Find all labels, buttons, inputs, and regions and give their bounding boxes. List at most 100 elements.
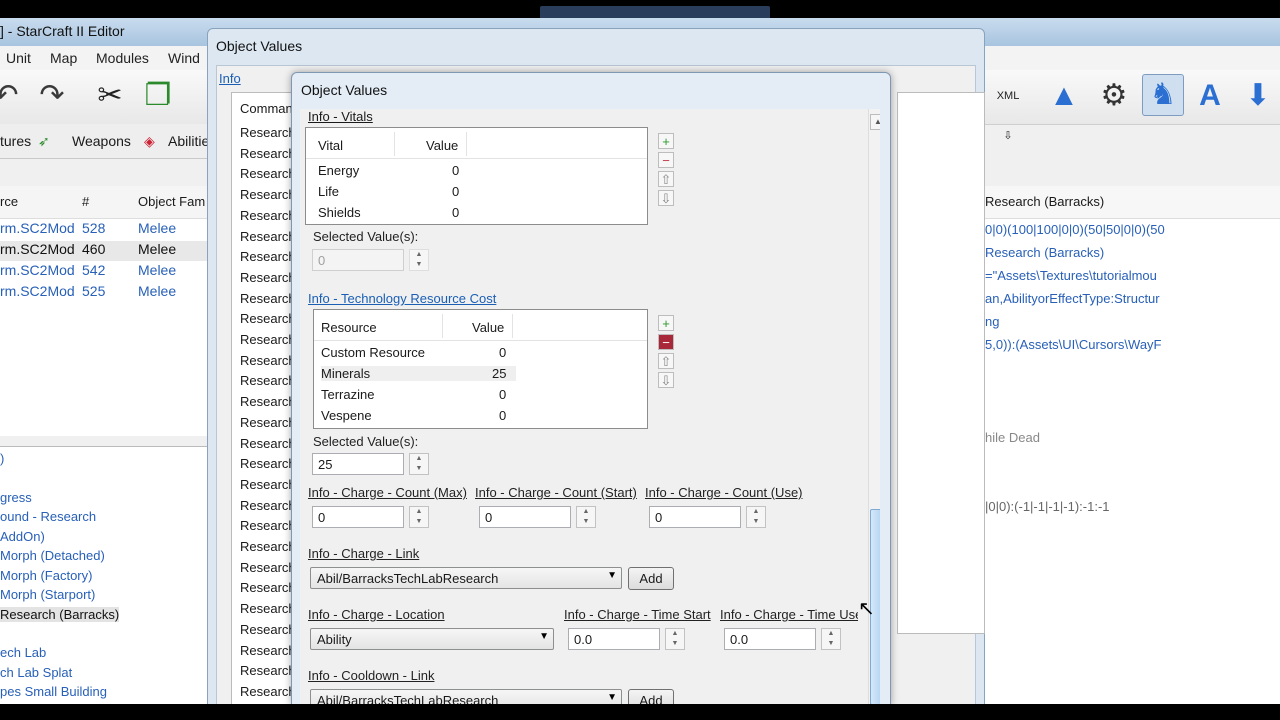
command-row[interactable]: Research: [240, 166, 296, 181]
terrain-icon[interactable]: ▲: [1044, 76, 1084, 116]
charge-count-use-input[interactable]: 0: [649, 506, 741, 528]
tree-item[interactable]: ch Lab Splat: [0, 665, 72, 680]
command-row[interactable]: Research: [240, 580, 296, 595]
field-value[interactable]: 5,0)):(Assets\UI\Cursors\WayF: [985, 337, 1161, 352]
command-row[interactable]: Research: [240, 518, 296, 533]
charge-link-dropdown[interactable]: Abil/BarracksTechLabResearch ▼: [310, 567, 622, 589]
resource-value[interactable]: 0: [499, 387, 506, 402]
add-row-icon[interactable]: +: [658, 133, 674, 149]
tree-item[interactable]: AddOn): [0, 529, 45, 544]
charge-count-max-spinner[interactable]: ▲ ▼: [409, 506, 429, 528]
command-row[interactable]: Research: [240, 560, 296, 575]
command-row[interactable]: Research: [240, 684, 296, 699]
resource-value[interactable]: 0: [499, 408, 506, 423]
xml-icon[interactable]: XML ⇩: [988, 76, 1028, 142]
vitals-col-value[interactable]: Value: [426, 138, 458, 153]
field-value[interactable]: an,AbilityorEffectType:Structur: [985, 291, 1160, 306]
move-down-icon[interactable]: ⇩: [658, 372, 674, 388]
resource-value[interactable]: 0: [499, 345, 506, 360]
add-row-icon[interactable]: +: [658, 315, 674, 331]
command-row[interactable]: Research: [240, 291, 296, 306]
menu-unit[interactable]: Unit: [6, 50, 31, 66]
charge-location-dropdown[interactable]: Ability ▼: [310, 628, 554, 650]
field-value[interactable]: Research (Barracks): [985, 245, 1104, 260]
cooldown-link-dropdown[interactable]: Abil/BarracksTechLabResearch ▼: [310, 689, 622, 705]
command-row[interactable]: Research: [240, 394, 296, 409]
col-number[interactable]: #: [82, 194, 89, 209]
move-down-icon[interactable]: ⇩: [658, 190, 674, 206]
command-row[interactable]: Research: [240, 663, 296, 678]
remove-row-icon[interactable]: −: [658, 334, 674, 350]
resource-value[interactable]: 25: [492, 366, 506, 381]
command-row[interactable]: Research: [240, 601, 296, 616]
tree-item[interactable]: gress: [0, 490, 32, 505]
move-up-icon[interactable]: ⇧: [658, 353, 674, 369]
resource-name[interactable]: Custom Resource: [321, 345, 425, 360]
info-link[interactable]: Info: [219, 71, 241, 86]
tree-item[interactable]: ech Lab: [0, 645, 46, 660]
command-row[interactable]: Research: [240, 415, 296, 430]
resource-name[interactable]: Minerals: [321, 366, 516, 381]
command-row[interactable]: Research: [240, 456, 296, 471]
charge-time-use-input[interactable]: 0.0: [724, 628, 816, 650]
tree-item[interactable]: ound - Research: [0, 509, 96, 524]
unit-icon[interactable]: ♞: [1142, 74, 1184, 116]
vital-name[interactable]: Energy: [318, 163, 359, 178]
field-value[interactable]: 0|0)(100|100|0|0)(50|50|0|0)(50: [985, 222, 1165, 237]
field-value[interactable]: ="Assets\Textures\tutorialmou: [985, 268, 1157, 283]
resource-col-name[interactable]: Resource: [321, 320, 377, 335]
command-row[interactable]: Research: [240, 622, 296, 637]
tree-item[interactable]: Morph (Starport): [0, 587, 95, 602]
col-source[interactable]: rce: [0, 194, 18, 209]
vitals-link[interactable]: Info - Vitals: [308, 109, 373, 124]
text-icon[interactable]: A: [1190, 76, 1230, 116]
command-row[interactable]: Research: [240, 187, 296, 202]
command-row[interactable]: Research: [240, 498, 296, 513]
command-row[interactable]: Research: [240, 270, 296, 285]
resource-col-value[interactable]: Value: [472, 320, 504, 335]
vital-value[interactable]: 0: [452, 205, 459, 220]
tab-abilities[interactable]: Abilitie: [168, 133, 209, 149]
command-row[interactable]: Research: [240, 125, 296, 140]
tree-item[interactable]: pes Small Building: [0, 684, 107, 699]
field-value[interactable]: ng: [985, 314, 999, 329]
charge-count-start-spinner[interactable]: ▲ ▼: [576, 506, 596, 528]
charge-link-add-button[interactable]: Add: [628, 567, 674, 590]
resource-cost-link[interactable]: Info - Technology Resource Cost: [308, 291, 496, 306]
command-row[interactable]: Research: [240, 477, 296, 492]
resource-name[interactable]: Terrazine: [321, 387, 374, 402]
vital-value[interactable]: 0: [452, 184, 459, 199]
redo-icon[interactable]: ↷: [32, 76, 72, 116]
command-row[interactable]: Research: [240, 436, 296, 451]
menu-modules[interactable]: Modules: [96, 50, 149, 66]
menu-window[interactable]: Wind: [168, 50, 200, 66]
tree-item-selected[interactable]: Research (Barracks): [0, 607, 120, 622]
tab-weapons[interactable]: Weapons: [72, 133, 131, 149]
resource-name[interactable]: Vespene: [321, 408, 372, 423]
cooldown-link-add-button[interactable]: Add: [628, 689, 674, 705]
command-row[interactable]: Research: [240, 311, 296, 326]
cut-icon[interactable]: ✂: [90, 76, 130, 116]
table-row[interactable]: rm.SC2Mod 542 Melee: [0, 262, 210, 282]
vital-value[interactable]: 0: [452, 163, 459, 178]
tree-item[interactable]: Morph (Factory): [0, 568, 92, 583]
charge-time-start-input[interactable]: 0.0: [568, 628, 660, 650]
resource-selected-input[interactable]: 25: [312, 453, 404, 475]
move-up-icon[interactable]: ⇧: [658, 171, 674, 187]
command-row[interactable]: Research: [240, 249, 296, 264]
vitals-selected-spinner[interactable]: ▲ ▼: [409, 249, 429, 271]
charge-count-start-input[interactable]: 0: [479, 506, 571, 528]
col-family[interactable]: Object Fam: [138, 194, 205, 209]
charge-count-max-input[interactable]: 0: [312, 506, 404, 528]
vital-name[interactable]: Shields: [318, 205, 361, 220]
table-row[interactable]: rm.SC2Mod 460 Melee: [0, 241, 210, 261]
command-row[interactable]: Research: [240, 373, 296, 388]
settings-icon[interactable]: ⚙: [1094, 76, 1134, 116]
tree-item[interactable]: ): [0, 451, 4, 466]
vitals-col-name[interactable]: Vital: [318, 138, 343, 153]
undo-icon[interactable]: ↶: [0, 76, 26, 116]
table-row[interactable]: rm.SC2Mod 528 Melee: [0, 220, 210, 240]
command-row[interactable]: Research: [240, 332, 296, 347]
tab-textures[interactable]: tures: [0, 133, 31, 149]
command-row[interactable]: Research: [240, 146, 296, 161]
